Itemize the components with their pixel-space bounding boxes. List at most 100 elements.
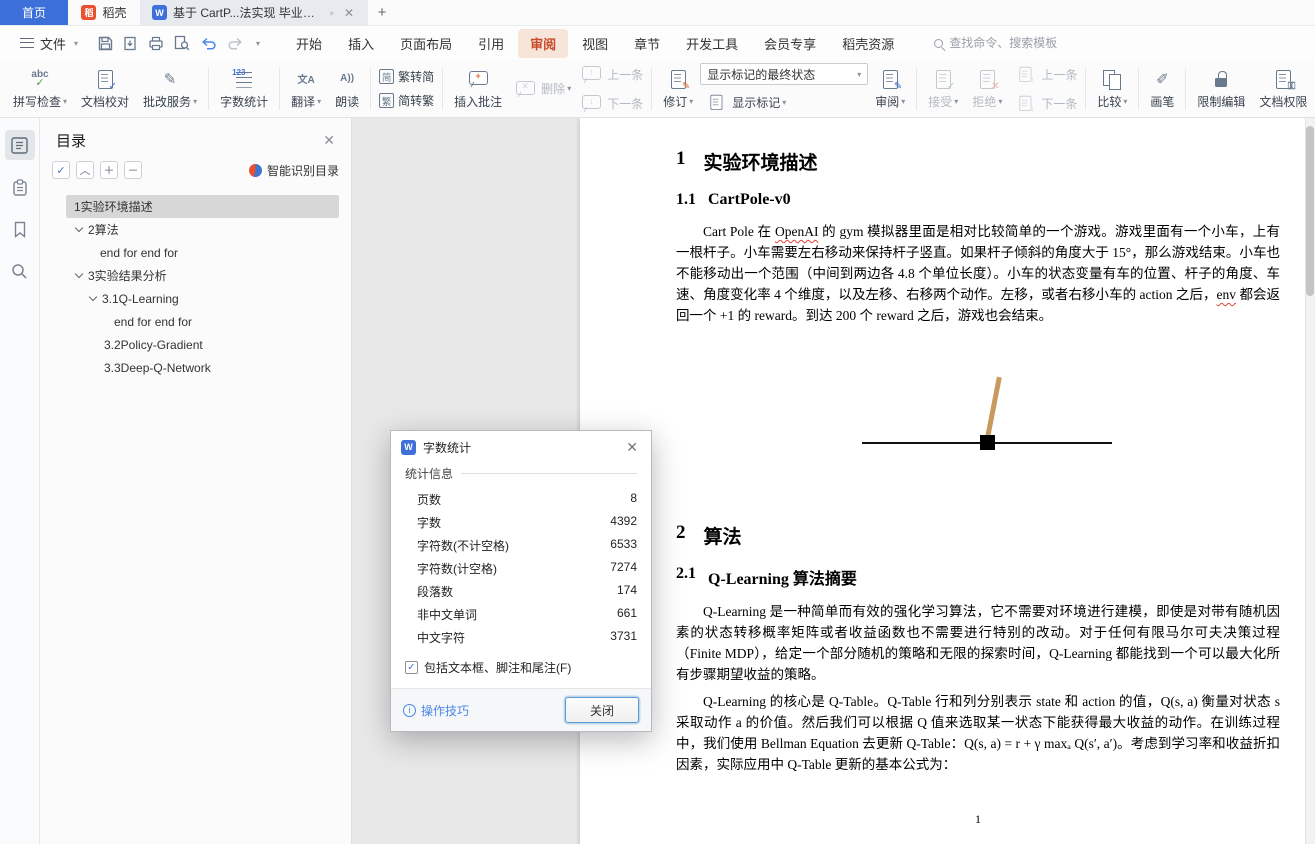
insert-comment-button[interactable]: + 插入批注 bbox=[447, 63, 509, 115]
doc-permission-button[interactable]: ⚿ 文档权限 bbox=[1252, 63, 1314, 115]
docer-tab[interactable]: 稻 稻壳 bbox=[68, 0, 140, 25]
include-textbox-checkbox[interactable]: ✓ 包括文本框、脚注和尾注(F) bbox=[405, 659, 637, 676]
chevron-down-icon[interactable] bbox=[74, 223, 84, 233]
redo-button[interactable] bbox=[227, 36, 244, 51]
document-tab[interactable]: W 基于 CartP...法实现 毕业论文 ◦ ✕ bbox=[140, 0, 368, 25]
toc-pane-button[interactable] bbox=[4, 130, 35, 160]
button-label: 删除 ▾ bbox=[541, 82, 572, 96]
undo-button[interactable] bbox=[200, 36, 217, 51]
save-button[interactable] bbox=[98, 36, 113, 51]
minus-box-icon[interactable]: － bbox=[124, 161, 142, 179]
tab-member[interactable]: 会员专享 bbox=[752, 29, 828, 58]
pin-tab-icon[interactable]: ◦ bbox=[328, 6, 336, 20]
traditional-char-icon: 繁 bbox=[379, 93, 395, 108]
button-label: 上一条 bbox=[1041, 67, 1078, 82]
next-change-button[interactable]: ↓ 下一条 bbox=[1009, 91, 1081, 115]
clipboard-pane-button[interactable] bbox=[5, 172, 35, 202]
chevron-down-icon[interactable] bbox=[88, 292, 98, 302]
tab-section[interactable]: 章节 bbox=[622, 29, 672, 58]
print-preview-button[interactable] bbox=[174, 35, 190, 51]
statistics-section-label: 统计信息 bbox=[405, 465, 637, 482]
accept-button[interactable]: ✓ 接受 ▾ bbox=[921, 63, 965, 115]
word-count-button[interactable]: 123 字数统计 bbox=[213, 63, 275, 115]
search-input[interactable] bbox=[949, 36, 1090, 50]
vertical-scrollbar[interactable] bbox=[1305, 118, 1315, 844]
checkbox-icon[interactable]: ✓ bbox=[405, 661, 418, 674]
restrict-editing-icon bbox=[1209, 68, 1233, 90]
find-pane-button[interactable] bbox=[5, 256, 35, 286]
simp-to-trad-button[interactable]: 繁 简转繁 bbox=[375, 91, 438, 110]
toc-item[interactable]: 3.1Q-Learning bbox=[66, 287, 339, 310]
bookmark-pane-button[interactable] bbox=[5, 214, 35, 244]
tab-review[interactable]: 审阅 bbox=[518, 28, 569, 58]
ink-pen-button[interactable]: ✐ 画笔 bbox=[1143, 63, 1181, 115]
wps-writer-icon: W bbox=[152, 5, 167, 20]
toc-item[interactable]: 2算法 bbox=[66, 218, 339, 241]
prev-comment-button[interactable]: ↑ 上一条 bbox=[575, 62, 647, 86]
heading-2: 2 算法 bbox=[676, 522, 742, 548]
doc-proofing-button[interactable]: ✓ 文档校对 bbox=[74, 63, 136, 115]
document-page[interactable]: 1 实验环境描述 1.1 CartPole-v0 Cart Pole 在 OpenA… bbox=[580, 118, 1315, 844]
paragraph-cartpole: Cart Pole 在 OpenAI 的 gym 模拟器里面是相对比较简单的一个… bbox=[676, 224, 1281, 323]
clipboard-icon bbox=[12, 178, 27, 196]
tab-dev-tools[interactable]: 开发工具 bbox=[674, 29, 750, 58]
toc-item[interactable]: 3实验结果分析 bbox=[66, 264, 339, 287]
track-changes-button[interactable]: ✎ 修订 ▾ bbox=[656, 63, 700, 115]
checkbox-label: 包括文本框、脚注和尾注(F) bbox=[424, 661, 572, 675]
command-search[interactable] bbox=[934, 36, 1090, 50]
tab-page-layout[interactable]: 页面布局 bbox=[388, 29, 464, 58]
chevron-down-icon: ▾ bbox=[782, 97, 787, 107]
checkbox-icon[interactable]: ✓ bbox=[52, 161, 70, 179]
toc-item[interactable]: 3.3Deep-Q-Network bbox=[66, 356, 339, 379]
read-aloud-button[interactable]: A)) 朗读 bbox=[328, 63, 366, 115]
reject-button[interactable]: ✕ 拒绝 ▾ bbox=[965, 63, 1009, 115]
next-comment-button[interactable]: ↓ 下一条 bbox=[575, 91, 647, 115]
next-change-icon: ↓ bbox=[1016, 94, 1035, 113]
stat-row: 字数 4392 bbox=[417, 514, 637, 530]
trad-to-simp-button[interactable]: 简 繁转简 bbox=[375, 67, 438, 86]
toc-list: 1实验环境描述 2算法 end for end for 3实验结果分析 3.1Q… bbox=[40, 189, 351, 379]
tab-insert[interactable]: 插入 bbox=[336, 29, 386, 58]
spell-check-button[interactable]: abc ✓ 拼写检查 ▾ bbox=[6, 63, 74, 115]
smart-toc-icon bbox=[248, 163, 262, 177]
review-button[interactable]: ✎ 审阅 ▾ bbox=[868, 63, 912, 115]
delete-comment-button[interactable]: ✕ 删除 ▾ bbox=[509, 77, 575, 101]
chevron-up-box-icon[interactable]: ︿ bbox=[76, 161, 94, 179]
tips-link[interactable]: i 操作技巧 bbox=[403, 702, 469, 719]
toc-item[interactable]: end for end for bbox=[66, 241, 339, 264]
compare-button[interactable]: 比较 ▾ bbox=[1090, 63, 1134, 115]
paragraph-qtable: Q-Learning 的核心是 Q-Table。Q-Table 行和列分别表示 … bbox=[676, 694, 1280, 772]
plus-box-icon[interactable]: ＋ bbox=[100, 161, 118, 179]
home-tab[interactable]: 首页 bbox=[0, 0, 68, 25]
tab-docer-resources[interactable]: 稻壳资源 bbox=[830, 29, 906, 58]
export-pdf-button[interactable] bbox=[123, 36, 138, 51]
prev-change-button[interactable]: ↑ 上一条 bbox=[1009, 62, 1081, 86]
translate-button[interactable]: 文A 翻译 ▾ bbox=[284, 63, 328, 115]
close-button[interactable]: 关闭 bbox=[565, 697, 639, 723]
dialog-title-bar[interactable]: W 字数统计 ✕ bbox=[391, 431, 651, 463]
quick-access-more-icon[interactable]: ▾ bbox=[256, 39, 260, 48]
new-tab-button[interactable]: + bbox=[368, 0, 396, 25]
simplified-char-icon: 简 bbox=[379, 69, 395, 84]
toc-item[interactable]: 3.2Policy-Gradient bbox=[66, 333, 339, 356]
close-icon[interactable]: ✕ bbox=[623, 439, 641, 456]
toc-item[interactable]: end for end for bbox=[66, 310, 339, 333]
markup-state-dropdown[interactable]: 显示标记的最终状态 ▾ bbox=[700, 63, 869, 85]
correction-service-button[interactable]: ✎ 批改服务 ▾ bbox=[136, 63, 204, 115]
document-tab-title: 基于 CartP...法实现 毕业论文 bbox=[173, 6, 322, 20]
file-menu-button[interactable]: 文件 ▾ bbox=[10, 30, 88, 57]
correction-service-icon: ✎ bbox=[163, 70, 177, 88]
chevron-down-icon[interactable] bbox=[74, 269, 84, 279]
tab-view[interactable]: 视图 bbox=[570, 29, 620, 58]
toc-item[interactable]: 1实验环境描述 bbox=[66, 195, 339, 218]
close-icon[interactable]: ✕ bbox=[323, 132, 335, 149]
heading-1-1: 1.1 CartPole-v0 bbox=[676, 191, 791, 208]
smart-toc-button[interactable]: 智能识别目录 bbox=[248, 162, 339, 179]
close-tab-icon[interactable]: ✕ bbox=[342, 6, 356, 20]
scrollbar-thumb[interactable] bbox=[1306, 126, 1314, 296]
restrict-editing-button[interactable]: 限制编辑 bbox=[1190, 63, 1252, 115]
print-button[interactable] bbox=[148, 36, 164, 51]
tab-start[interactable]: 开始 bbox=[284, 29, 334, 58]
tab-references[interactable]: 引用 bbox=[466, 29, 516, 58]
show-markup-button[interactable]: 显示标记 ▾ bbox=[700, 90, 868, 114]
